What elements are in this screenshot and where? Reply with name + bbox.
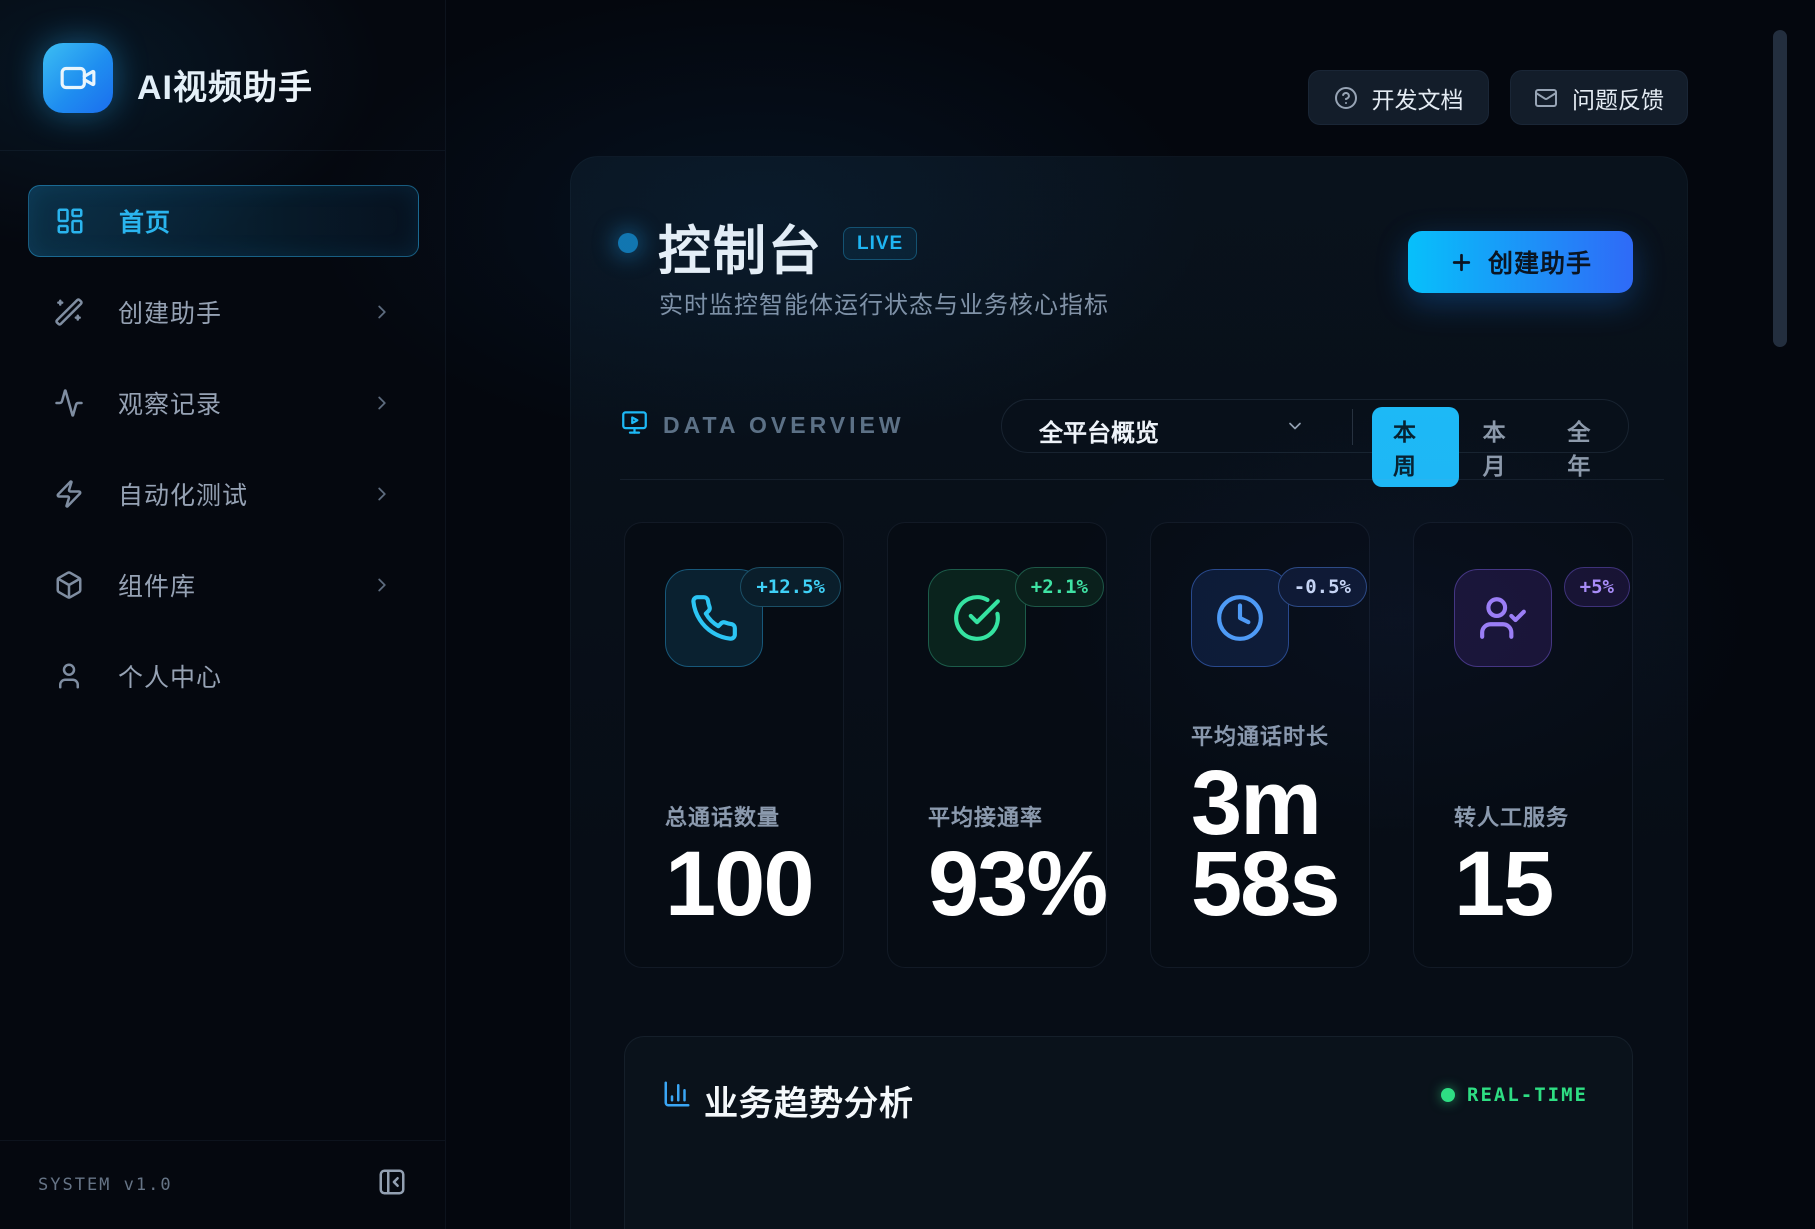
stat-card-total-calls: +12.5% 总通话数量 100 <box>624 522 844 968</box>
plus-icon <box>1449 250 1474 275</box>
sidebar-item-label: 组件库 <box>118 567 196 603</box>
mail-icon <box>1534 86 1558 110</box>
delta-badge: -0.5% <box>1278 567 1367 607</box>
bar-chart-icon <box>662 1079 692 1109</box>
stat-card-avg-duration: -0.5% 平均通话时长 3m 58s <box>1150 522 1370 968</box>
sidebar-collapse-button[interactable] <box>377 1167 407 1197</box>
monitor-play-icon <box>621 409 648 436</box>
sidebar-item-automation-test[interactable]: 自动化测试 <box>28 458 419 530</box>
sidebar-item-personal-center[interactable]: 个人中心 <box>28 640 419 712</box>
control-divider <box>1352 409 1353 445</box>
stat-icon-box <box>1454 569 1552 667</box>
circle-check-icon <box>952 593 1002 643</box>
brand-header: AI视频助手 <box>0 0 445 151</box>
data-overview-heading: DATA OVERVIEW <box>663 412 905 439</box>
tab-this-week[interactable]: 本周 <box>1372 407 1459 487</box>
trend-title: 业务趋势分析 <box>704 1076 914 1125</box>
realtime-dot <box>1441 1088 1455 1102</box>
chevron-down-icon[interactable] <box>1285 416 1305 436</box>
user-icon <box>54 661 84 691</box>
stat-value: 15 <box>1454 844 1614 925</box>
create-assistant-label: 创建助手 <box>1488 244 1592 280</box>
stat-value: 93% <box>928 844 1088 925</box>
chevron-right-icon <box>371 392 393 414</box>
stat-icon-box <box>1191 569 1289 667</box>
video-camera-icon <box>59 59 97 97</box>
app-logo <box>43 43 113 113</box>
app-window: AI视频助手 首页 创建助手 <box>0 0 1815 1229</box>
sidebar-item-label: 个人中心 <box>118 658 222 694</box>
delta-badge: +12.5% <box>740 567 841 607</box>
stat-card-human-transfer: +5% 转人工服务 15 <box>1413 522 1633 968</box>
sidebar-footer: SYSTEM v1.0 <box>0 1140 445 1229</box>
page-subtitle: 实时监控智能体运行状态与业务核心指标 <box>659 285 1109 320</box>
app-title: AI视频助手 <box>137 60 313 109</box>
delta-badge: +2.1% <box>1015 567 1104 607</box>
stat-value: 100 <box>665 844 825 925</box>
lightning-icon <box>54 479 84 509</box>
status-dot <box>618 233 638 253</box>
chevron-right-icon <box>371 301 393 323</box>
stat-label: 平均接通率 <box>928 800 1098 832</box>
sidebar-item-create-assistant[interactable]: 创建助手 <box>28 276 419 348</box>
phone-icon <box>689 593 739 643</box>
section-divider <box>620 479 1664 480</box>
vertical-scrollbar[interactable] <box>1773 30 1787 347</box>
dashboard-icon <box>55 206 85 236</box>
cube-icon <box>54 570 84 600</box>
sidebar-item-observation-log[interactable]: 观察记录 <box>28 367 419 439</box>
create-assistant-button[interactable]: 创建助手 <box>1408 231 1633 293</box>
console-panel: 控制台 LIVE 实时监控智能体运行状态与业务核心指标 创建助手 DATA OV… <box>570 156 1688 1229</box>
feedback-button[interactable]: 问题反馈 <box>1510 70 1688 125</box>
feedback-label: 问题反馈 <box>1572 81 1664 115</box>
platform-scope-select[interactable]: 全平台概览 <box>1039 413 1159 448</box>
activity-icon <box>54 388 84 418</box>
sidebar-item-label: 观察记录 <box>118 385 222 421</box>
stat-cards-row: +12.5% 总通话数量 100 +2.1% 平均接通率 93% <box>624 522 1633 968</box>
delta-badge: +5% <box>1564 567 1630 607</box>
sidebar-item-label: 首页 <box>119 203 171 239</box>
trend-analysis-card: 业务趋势分析 REAL-TIME <box>624 1036 1633 1229</box>
stat-label: 总通话数量 <box>665 800 835 832</box>
magic-wand-icon <box>54 297 84 327</box>
stat-value: 3m 58s <box>1191 763 1351 925</box>
stat-label: 平均通话时长 <box>1191 719 1361 751</box>
panel-collapse-icon <box>377 1167 407 1197</box>
help-circle-icon <box>1334 86 1358 110</box>
sidebar: AI视频助手 首页 创建助手 <box>0 0 446 1229</box>
user-check-icon <box>1478 593 1528 643</box>
clock-icon <box>1215 593 1265 643</box>
realtime-status: REAL-TIME <box>1441 1084 1588 1106</box>
tab-full-year[interactable]: 全年 <box>1551 407 1628 487</box>
overview-filter-control: 全平台概览 本周 本月 全年 <box>1001 399 1629 453</box>
page-title: 控制台 <box>658 209 823 285</box>
chevron-right-icon <box>371 483 393 505</box>
dev-docs-button[interactable]: 开发文档 <box>1308 70 1489 125</box>
system-version: SYSTEM v1.0 <box>38 1175 173 1195</box>
time-range-tabs: 本周 本月 全年 <box>1372 407 1628 487</box>
live-badge: LIVE <box>843 227 917 260</box>
sidebar-item-component-library[interactable]: 组件库 <box>28 549 419 621</box>
tab-this-month[interactable]: 本月 <box>1467 407 1544 487</box>
stat-label: 转人工服务 <box>1454 800 1624 832</box>
chevron-right-icon <box>371 574 393 596</box>
sidebar-item-label: 自动化测试 <box>118 476 248 512</box>
sidebar-item-home[interactable]: 首页 <box>28 185 419 257</box>
stat-icon-box <box>928 569 1026 667</box>
stat-card-answer-rate: +2.1% 平均接通率 93% <box>887 522 1107 968</box>
sidebar-item-label: 创建助手 <box>118 294 222 330</box>
dev-docs-label: 开发文档 <box>1372 81 1464 115</box>
realtime-label: REAL-TIME <box>1467 1084 1588 1106</box>
sidebar-nav: 首页 创建助手 观察记录 自动 <box>28 185 419 731</box>
